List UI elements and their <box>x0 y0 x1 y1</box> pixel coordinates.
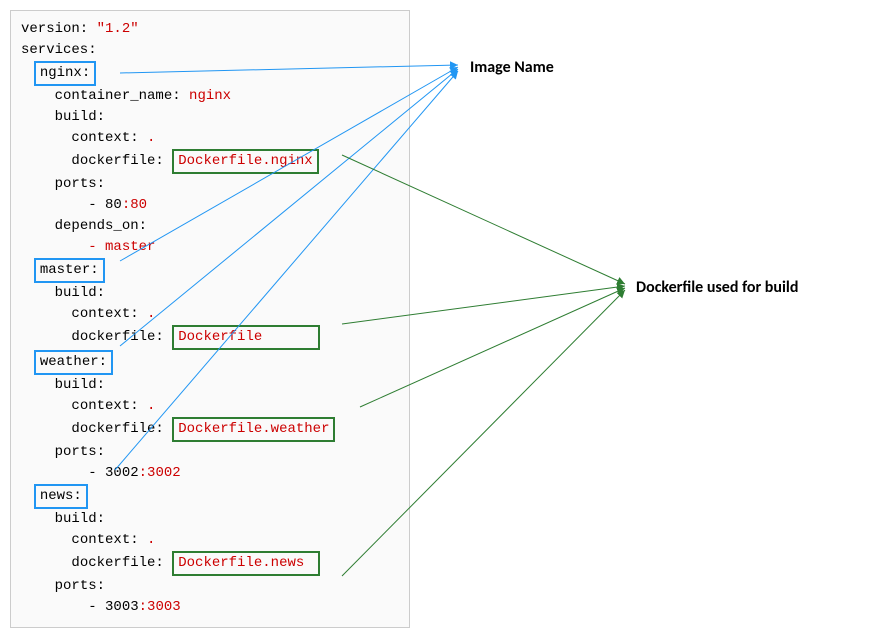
context-key: context: <box>71 398 138 414</box>
context-key: context: <box>71 130 138 146</box>
dockerfile-key: dockerfile: <box>71 153 163 169</box>
service-name-master: master: <box>34 258 105 283</box>
service-name-news: news: <box>34 484 88 509</box>
port-item: - 3003:3003 <box>88 599 180 615</box>
dockerfile-value-nginx: Dockerfile.nginx <box>172 149 318 174</box>
ports-key: ports: <box>55 176 105 192</box>
context-key: context: <box>71 306 138 322</box>
services-key: services: <box>21 42 97 58</box>
ports-key: ports: <box>55 444 105 460</box>
service-name-nginx: nginx: <box>34 61 96 86</box>
depends-on-key: depends_on: <box>55 218 147 234</box>
build-key: build: <box>55 285 105 301</box>
ports-key: ports: <box>55 578 105 594</box>
context-key: context: <box>71 532 138 548</box>
dockerfile-key: dockerfile: <box>71 329 163 345</box>
context-value: . <box>147 306 155 322</box>
context-value: . <box>147 398 155 414</box>
dockerfile-value-master: Dockerfile <box>172 325 320 350</box>
label-dockerfile-used: Dockerfile used for build <box>636 278 798 297</box>
dockerfile-value-weather: Dockerfile.weather <box>172 417 335 442</box>
depends-on-value: - master <box>88 239 155 255</box>
version-value: "1.2" <box>97 21 139 37</box>
build-key: build: <box>55 511 105 527</box>
port-item: - 3002:3002 <box>88 465 180 481</box>
dockerfile-value-news: Dockerfile.news <box>172 551 320 576</box>
service-name-weather: weather: <box>34 350 113 375</box>
build-key: build: <box>55 109 105 125</box>
dockerfile-key: dockerfile: <box>71 555 163 571</box>
context-value: . <box>147 532 155 548</box>
context-value: . <box>147 130 155 146</box>
diagram-container: version: "1.2" services: nginx: containe… <box>0 0 873 643</box>
container-name-value: nginx <box>189 88 231 104</box>
port-item: - 80:80 <box>88 197 147 213</box>
build-key: build: <box>55 377 105 393</box>
dockerfile-key: dockerfile: <box>71 421 163 437</box>
container-name-key: container_name: <box>55 88 181 104</box>
label-image-name: Image Name <box>470 58 554 77</box>
version-key: version: <box>21 21 88 37</box>
yaml-code-block: version: "1.2" services: nginx: containe… <box>10 10 410 628</box>
